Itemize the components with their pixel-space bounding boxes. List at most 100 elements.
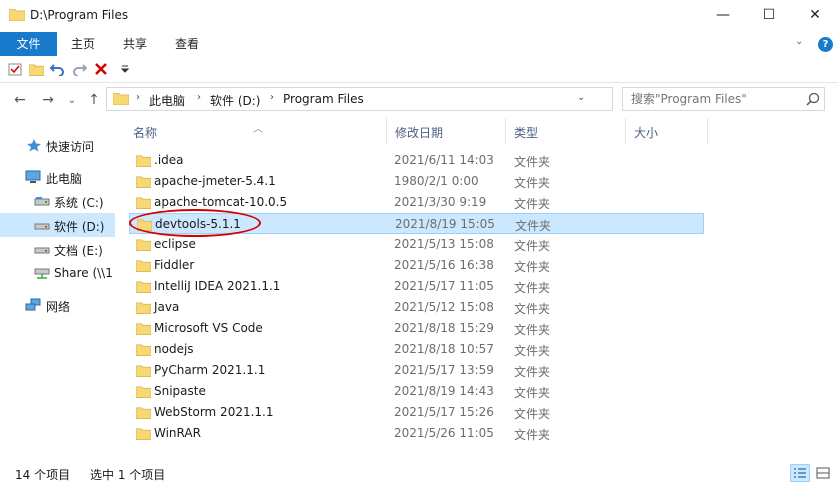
column-header-size[interactable]: 大小: [626, 118, 708, 144]
file-row[interactable]: apache-tomcat-10.0.5 2021/3/30 9:19 文件夹: [129, 192, 704, 213]
sidebar-item-drive-e[interactable]: 文档 (E:): [0, 237, 115, 261]
ribbon-tabs: 文件 主页 共享 查看 ⌄ ?: [0, 32, 838, 56]
file-row[interactable]: PyCharm 2021.1.1 2021/5/17 13:59 文件夹: [129, 360, 704, 381]
search-box[interactable]: [622, 87, 825, 111]
up-button[interactable]: ↑: [85, 90, 103, 110]
file-row[interactable]: Snipaste 2021/8/19 14:43 文件夹: [129, 381, 704, 402]
file-name: WebStorm 2021.1.1: [154, 405, 274, 419]
breadcrumb-separator[interactable]: ›: [270, 92, 274, 103]
breadcrumb-separator[interactable]: ›: [197, 92, 201, 103]
file-type: 文件夹: [514, 428, 551, 442]
folder-icon: [136, 197, 151, 209]
help-icon[interactable]: ?: [818, 37, 833, 52]
details-view-button[interactable]: [790, 464, 810, 482]
sidebar-item-quick-access[interactable]: 快速访问: [0, 133, 115, 157]
new-folder-icon[interactable]: [28, 61, 44, 77]
folder-icon: [136, 239, 151, 251]
expand-ribbon-icon[interactable]: ⌄: [795, 36, 803, 47]
forward-button[interactable]: →: [39, 90, 57, 110]
sidebar-item-label: 文档 (E:): [54, 244, 103, 258]
address-dropdown-icon[interactable]: ⌄: [577, 92, 585, 103]
close-button[interactable]: ✕: [792, 0, 838, 30]
minimize-button[interactable]: —: [700, 0, 746, 30]
file-type: 文件夹: [514, 302, 551, 316]
file-name: apache-tomcat-10.0.5: [154, 195, 288, 209]
search-input[interactable]: [623, 88, 803, 110]
folder-icon: [113, 93, 129, 105]
file-type: 文件夹: [514, 197, 551, 211]
customize-toolbar-icon[interactable]: [117, 61, 133, 77]
file-type: 文件夹: [514, 239, 551, 253]
back-button[interactable]: ←: [11, 90, 29, 110]
large-icons-view-button[interactable]: [814, 464, 832, 482]
undo-icon[interactable]: [49, 61, 65, 77]
file-row-selected[interactable]: devtools-5.1.1 2021/8/19 15:05 文件夹: [129, 213, 704, 234]
network-drive-icon: [34, 268, 50, 279]
sidebar-item-drive-c[interactable]: 系统 (C:): [0, 189, 115, 213]
file-date: 2021/3/30 9:19: [394, 195, 487, 209]
file-row[interactable]: IntelliJ IDEA 2021.1.1 2021/5/17 11:05 文…: [129, 276, 704, 297]
file-date: 2021/5/17 11:05: [394, 279, 494, 293]
selected-count: 选中 1 个项目: [90, 468, 166, 482]
large-icons-view-icon: [816, 467, 830, 479]
maximize-button[interactable]: ☐: [746, 0, 792, 30]
breadcrumb-program-files[interactable]: Program Files: [283, 92, 364, 106]
sidebar-item-share[interactable]: Share (\\1: [0, 261, 115, 285]
file-type: 文件夹: [514, 260, 551, 274]
file-date: 2021/5/17 15:26: [394, 405, 494, 419]
properties-icon[interactable]: [7, 61, 23, 77]
folder-icon: [136, 302, 151, 314]
sidebar-item-drive-d[interactable]: 软件 (D:): [0, 213, 115, 237]
file-date: 2021/5/16 16:38: [394, 258, 494, 272]
file-row[interactable]: eclipse 2021/5/13 15:08 文件夹: [129, 234, 704, 255]
sidebar-item-label: 系统 (C:): [54, 196, 104, 210]
file-type: 文件夹: [515, 219, 552, 233]
file-row[interactable]: Fiddler 2021/5/16 16:38 文件夹: [129, 255, 704, 276]
folder-icon: [136, 344, 151, 356]
file-type: 文件夹: [514, 365, 551, 379]
file-type: 文件夹: [514, 344, 551, 358]
breadcrumb-this-pc[interactable]: 此电脑: [149, 92, 185, 109]
sidebar-item-network[interactable]: 网络: [0, 293, 115, 317]
file-row[interactable]: .idea 2021/6/11 14:03 文件夹: [129, 150, 704, 171]
breadcrumb-separator[interactable]: ›: [136, 92, 140, 103]
file-row[interactable]: apache-jmeter-5.4.1 1980/2/1 0:00 文件夹: [129, 171, 704, 192]
file-row[interactable]: nodejs 2021/8/18 10:57 文件夹: [129, 339, 704, 360]
breadcrumb-drive-d[interactable]: 软件 (D:): [210, 92, 260, 109]
file-name: nodejs: [154, 342, 194, 356]
item-count: 14 个项目: [15, 468, 71, 482]
column-header-date[interactable]: 修改日期: [387, 118, 506, 144]
folder-icon: [136, 155, 151, 167]
file-name: Microsoft VS Code: [154, 321, 263, 335]
tab-view[interactable]: 查看: [163, 32, 211, 56]
folder-icon: [136, 281, 151, 293]
file-row[interactable]: WinRAR 2021/5/26 11:05 文件夹: [129, 423, 704, 444]
column-header-name[interactable]: 名称: [125, 118, 387, 144]
file-name: IntelliJ IDEA 2021.1.1: [154, 279, 281, 293]
star-icon: [27, 139, 41, 152]
file-row[interactable]: WebStorm 2021.1.1 2021/5/17 15:26 文件夹: [129, 402, 704, 423]
column-header-label: 名称: [133, 126, 158, 140]
folder-icon: [136, 407, 151, 419]
delete-icon[interactable]: [93, 61, 109, 77]
file-row[interactable]: Java 2021/5/12 15:08 文件夹: [129, 297, 704, 318]
details-view-icon: [794, 468, 806, 478]
column-divider[interactable]: [707, 118, 708, 144]
tab-home[interactable]: 主页: [59, 32, 107, 56]
redo-icon[interactable]: [71, 61, 87, 77]
tab-share[interactable]: 共享: [111, 32, 159, 56]
file-date: 1980/2/1 0:00: [394, 174, 479, 188]
file-name: Java: [154, 300, 180, 314]
file-date: 2021/5/13 15:08: [394, 237, 494, 251]
sidebar-item-this-pc[interactable]: 此电脑: [0, 165, 115, 189]
search-icon[interactable]: [806, 92, 820, 106]
address-bar[interactable]: › 此电脑 › 软件 (D:) › Program Files ⌄ ↻: [106, 87, 706, 111]
file-name: .idea: [154, 153, 184, 167]
column-header-label: 类型: [514, 126, 539, 140]
file-row[interactable]: Microsoft VS Code 2021/8/18 15:29 文件夹: [129, 318, 704, 339]
tab-file[interactable]: 文件: [0, 32, 57, 56]
file-type: 文件夹: [514, 176, 551, 190]
column-header-type[interactable]: 类型: [506, 118, 626, 144]
file-date: 2021/8/19 14:43: [394, 384, 494, 398]
recent-locations-button[interactable]: ⌄: [63, 90, 81, 110]
